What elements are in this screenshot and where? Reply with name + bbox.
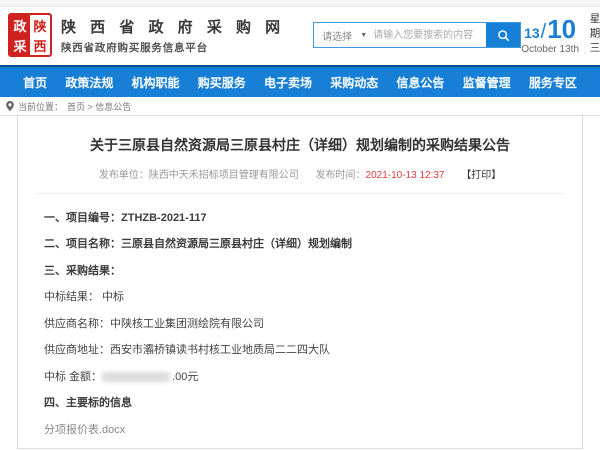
main-nav: 首页 政策法规 机构职能 购买服务 电子卖场 采购动态 信息公告 监督管理 服务… (0, 65, 600, 97)
result-section-heading: 三、采购结果： (44, 263, 556, 280)
supplier-name-line: 供应商名称：中陕核工业集团测绘院有限公司 (44, 316, 556, 333)
publisher-name: 陕西中天禾招标项目管理有限公司 (149, 170, 299, 181)
bid-result-line: 中标结果： 中标 (44, 289, 556, 306)
publisher-label: 发布单位： (99, 170, 149, 181)
bid-amount-line: 中标 金额： .00元 (44, 369, 556, 386)
nav-item-home[interactable]: 首页 (23, 74, 47, 91)
search-button[interactable] (486, 23, 520, 47)
search-category-select[interactable]: 请选择 ▼ (314, 23, 373, 47)
breadcrumb-path[interactable]: 首页 > 信息公告 (67, 100, 131, 113)
attachment-link[interactable]: 分项报价表.docx (44, 424, 125, 436)
article-card: 关于三原县自然资源局三原县村庄（详细）规划编制的采购结果公告 发布单位：陕西中天… (17, 116, 583, 449)
article-body: 一、项目编号：ZTHZB-2021-117 二、项目名称：三原县自然资源局三原县… (18, 200, 582, 449)
page-title: 关于三原县自然资源局三原县村庄（详细）规划编制的采购结果公告 (54, 136, 546, 156)
chevron-down-icon: ▼ (360, 32, 367, 39)
bid-amount-label: 中标 金额： (44, 371, 102, 383)
date-english: October 13th (521, 44, 579, 55)
nav-item-dynamics[interactable]: 采购动态 (330, 74, 378, 91)
print-button[interactable]: 【打印】 (461, 170, 501, 181)
bid-amount-suffix: .00元 (172, 371, 198, 383)
project-number-line: 一、项目编号：ZTHZB-2021-117 (44, 210, 556, 227)
date-weekday: 星期三 (589, 13, 600, 57)
search-select-label: 请选择 (322, 28, 352, 43)
breadcrumb: 当前位置： 首页 > 信息公告 (0, 97, 600, 116)
publish-time: 2021-10-13 12:37 (366, 170, 445, 181)
search-bar: 请选择 ▼ (313, 22, 521, 48)
site-header: 政 陕 采 西 陕 西 省 政 府 采 购 网 陕西省政府购买服务信息平台 请选… (0, 7, 600, 65)
site-title: 陕 西 省 政 府 采 购 网 (61, 16, 285, 37)
nav-item-policy[interactable]: 政策法规 (65, 74, 113, 91)
redacted-amount (102, 372, 170, 382)
section5-heading: 五、评标委员会名单： (44, 448, 556, 449)
location-pin-icon (6, 101, 14, 111)
publish-time-label: 发布时间： (316, 170, 366, 181)
site-logo: 政 陕 采 西 (8, 13, 52, 57)
supplier-address-line: 供应商地址：西安市灞桥镇读书村核工业地质局二二四大队 (44, 342, 556, 359)
top-strip (0, 0, 600, 7)
article-meta: 发布单位：陕西中天禾招标项目管理有限公司 发布时间：2021-10-13 12:… (18, 166, 582, 181)
date-slash: / (541, 22, 547, 42)
logo-char-tr: 陕 (30, 15, 50, 35)
breadcrumb-label: 当前位置： (18, 100, 63, 113)
nav-item-emall[interactable]: 电子卖场 (264, 74, 312, 91)
logo-char-tl: 政 (10, 15, 30, 35)
nav-item-services[interactable]: 服务专区 (529, 74, 577, 91)
meta-divider (36, 193, 564, 194)
search-icon (497, 29, 510, 42)
date-day: 13 (524, 26, 540, 42)
nav-item-purchase[interactable]: 购买服务 (198, 74, 246, 91)
date-numbers: 13 / 10 October 13th (521, 16, 579, 55)
logo-char-br: 西 (30, 35, 50, 55)
date-widget: 13 / 10 October 13th 星期三 (521, 13, 600, 57)
site-titles: 陕 西 省 政 府 采 购 网 陕西省政府购买服务信息平台 (61, 16, 285, 55)
search-input[interactable] (373, 23, 486, 47)
nav-item-notices[interactable]: 信息公告 (396, 74, 444, 91)
project-name-line: 二、项目名称：三原县自然资源局三原县村庄（详细）规划编制 (44, 236, 556, 253)
nav-item-functions[interactable]: 机构职能 (132, 74, 180, 91)
site-subtitle: 陕西省政府购买服务信息平台 (61, 40, 285, 55)
date-month: 10 (547, 16, 576, 42)
logo-char-bl: 采 (10, 35, 30, 55)
section4-heading: 四、主要标的信息 (44, 395, 556, 412)
nav-item-oversight[interactable]: 监督管理 (463, 74, 511, 91)
